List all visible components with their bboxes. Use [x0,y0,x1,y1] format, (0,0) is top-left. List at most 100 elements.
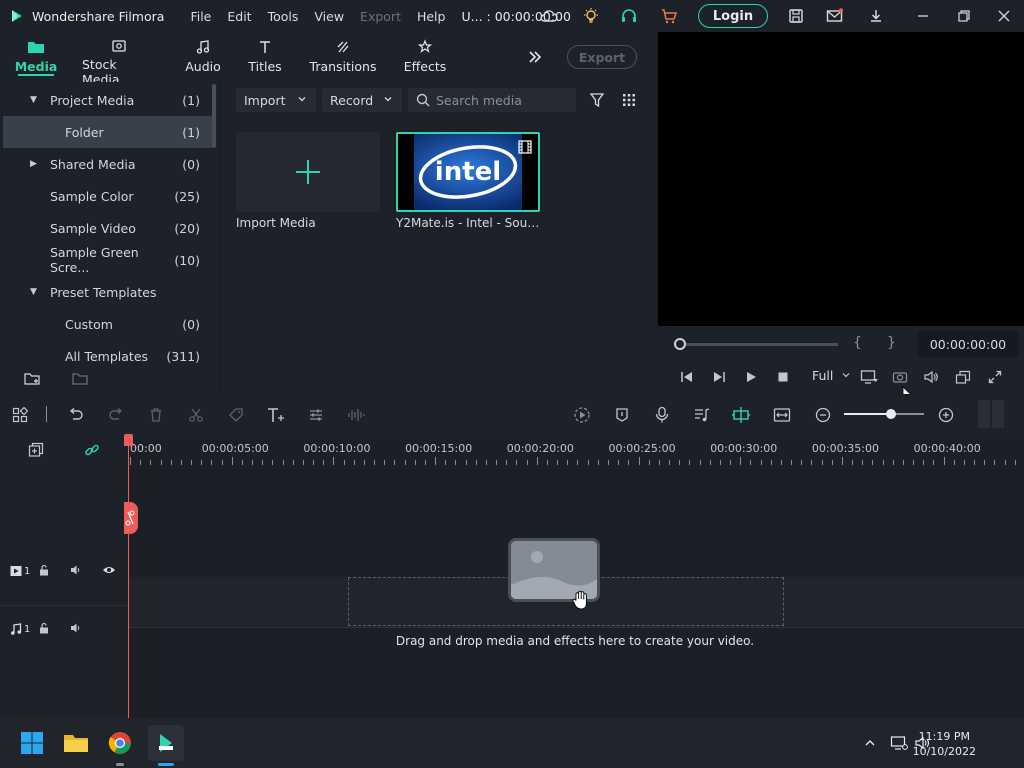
mail-icon[interactable] [826,7,844,25]
microphone-icon[interactable] [652,405,672,425]
ruler-tick [984,460,986,465]
sidebar-item-sample-green-screen[interactable]: Sample Green Scre... (10) [0,244,212,276]
sidebar-item-sample-video[interactable]: Sample Video (20) [0,212,212,244]
tab-audio[interactable]: Audio [180,32,226,82]
windows-start-icon[interactable] [16,727,48,759]
tag-icon[interactable] [226,405,246,425]
link-icon[interactable] [82,440,102,460]
file-explorer-icon[interactable] [60,727,92,759]
save-icon[interactable] [787,7,805,25]
delete-icon[interactable] [146,405,166,425]
sidebar-item-custom[interactable]: Custom (0) [0,308,212,340]
undo-icon[interactable] [66,405,86,425]
tab-media[interactable]: Media [12,32,60,82]
display-settings-icon[interactable] [860,368,878,386]
expand-arrow-icon[interactable]: ▼ [30,287,40,297]
sidebar-item-sample-color[interactable]: Sample Color (25) [0,180,212,212]
volume-icon[interactable] [922,368,940,386]
adjust-icon[interactable] [306,405,326,425]
mute-icon[interactable] [70,622,82,637]
tab-transitions[interactable]: Transitions [308,32,378,82]
import-media-thumb[interactable] [236,132,380,212]
download-icon[interactable] [867,7,885,25]
zoom-in-icon[interactable] [936,405,956,425]
tab-titles[interactable]: Titles [244,32,286,82]
playhead-handle[interactable] [124,434,133,446]
snap-icon[interactable] [731,405,751,425]
preview-scrubber-knob[interactable] [674,338,686,350]
mute-icon[interactable] [70,564,82,579]
sidebar-item-folder[interactable]: Folder (1) [3,116,212,148]
timeline-ruler[interactable]: 00:00 00:00:05:00 00:00:10:00 00:00:15:00 00… [128,434,1024,468]
record-dropdown[interactable]: Record [322,88,402,112]
search-input[interactable] [436,92,566,108]
fullscreen-icon[interactable] [986,368,1004,386]
cloud-icon[interactable] [540,7,558,25]
menu-help[interactable]: Help [417,9,446,24]
tab-stock-media[interactable]: Stock Media [82,32,156,87]
next-frame-icon[interactable] [710,368,728,386]
restore-icon[interactable] [955,7,973,25]
more-tabs-icon[interactable] [526,48,544,66]
menu-file[interactable]: File [190,9,211,24]
zoom-out-icon[interactable] [813,405,833,425]
preview-scrubber[interactable] [680,343,838,346]
sidebar-item-project-media[interactable]: ▼ Project Media (1) [0,84,212,116]
system-clock[interactable]: 11:19 PM 10/10/2022 [913,729,976,759]
menu-tools[interactable]: Tools [268,9,299,24]
prev-frame-icon[interactable] [678,368,696,386]
menu-export[interactable]: Export [360,9,401,24]
cut-icon[interactable] [186,405,206,425]
grab-hand-icon [572,590,587,610]
layout-icon[interactable] [10,405,30,425]
aspect-ratio-icon[interactable] [954,368,972,386]
music-list-icon[interactable] [692,405,712,425]
stop-icon[interactable] [774,368,792,386]
quality-dropdown[interactable]: Full [812,368,851,383]
chevron-up-icon[interactable] [858,727,882,759]
cart-icon[interactable] [660,7,678,25]
sidebar-scrollbar[interactable] [212,84,216,148]
filmora-taskbar-icon[interactable] [148,725,184,761]
chrome-icon[interactable] [104,727,136,759]
network-icon[interactable] [888,727,910,759]
login-button[interactable]: Login [698,4,768,28]
audio-wave-icon[interactable] [346,405,366,425]
import-media-card[interactable]: Import Media [236,132,380,230]
menu-edit[interactable]: Edit [227,9,251,24]
eye-icon[interactable] [102,564,116,579]
export-button[interactable]: Export [567,45,637,69]
split-marker[interactable] [124,502,138,534]
zoom-slider-knob[interactable] [886,409,896,419]
lock-icon[interactable] [38,564,50,579]
filter-icon[interactable] [588,91,606,109]
video-clip-thumb[interactable]: intel [396,132,540,212]
menu-view[interactable]: View [314,9,344,24]
render-icon[interactable] [572,405,592,425]
fit-timeline-icon[interactable] [772,405,792,425]
sidebar-item-preset-templates[interactable]: ▼ Preset Templates [0,276,212,308]
redo-icon[interactable] [106,405,126,425]
grid-view-icon[interactable] [620,91,638,109]
collapse-arrow-icon[interactable]: ▶ [30,159,40,169]
marker-icon[interactable] [612,405,632,425]
mark-out-button[interactable]: } [887,335,896,351]
mark-in-button[interactable]: { [853,335,862,351]
bulb-icon[interactable] [582,7,600,25]
playhead[interactable] [128,434,129,718]
video-clip-card[interactable]: intel Y2Mate.is - Intel - Soun... [396,132,540,230]
minimize-icon[interactable] [914,7,932,25]
play-icon[interactable] [742,368,760,386]
new-folder-icon[interactable] [24,370,42,388]
add-track-icon[interactable] [26,440,46,460]
close-icon[interactable] [995,7,1013,25]
sidebar-item-shared-media[interactable]: ▶ Shared Media (0) [0,148,212,180]
headset-icon[interactable] [620,7,638,25]
snapshot-icon[interactable] [891,368,909,386]
import-dropdown[interactable]: Import [236,88,316,112]
tab-effects[interactable]: Effects [402,32,448,82]
text-add-icon[interactable] [266,405,286,425]
folder-icon[interactable] [72,370,90,388]
expand-arrow-icon[interactable]: ▼ [30,95,40,105]
lock-icon[interactable] [38,622,50,637]
